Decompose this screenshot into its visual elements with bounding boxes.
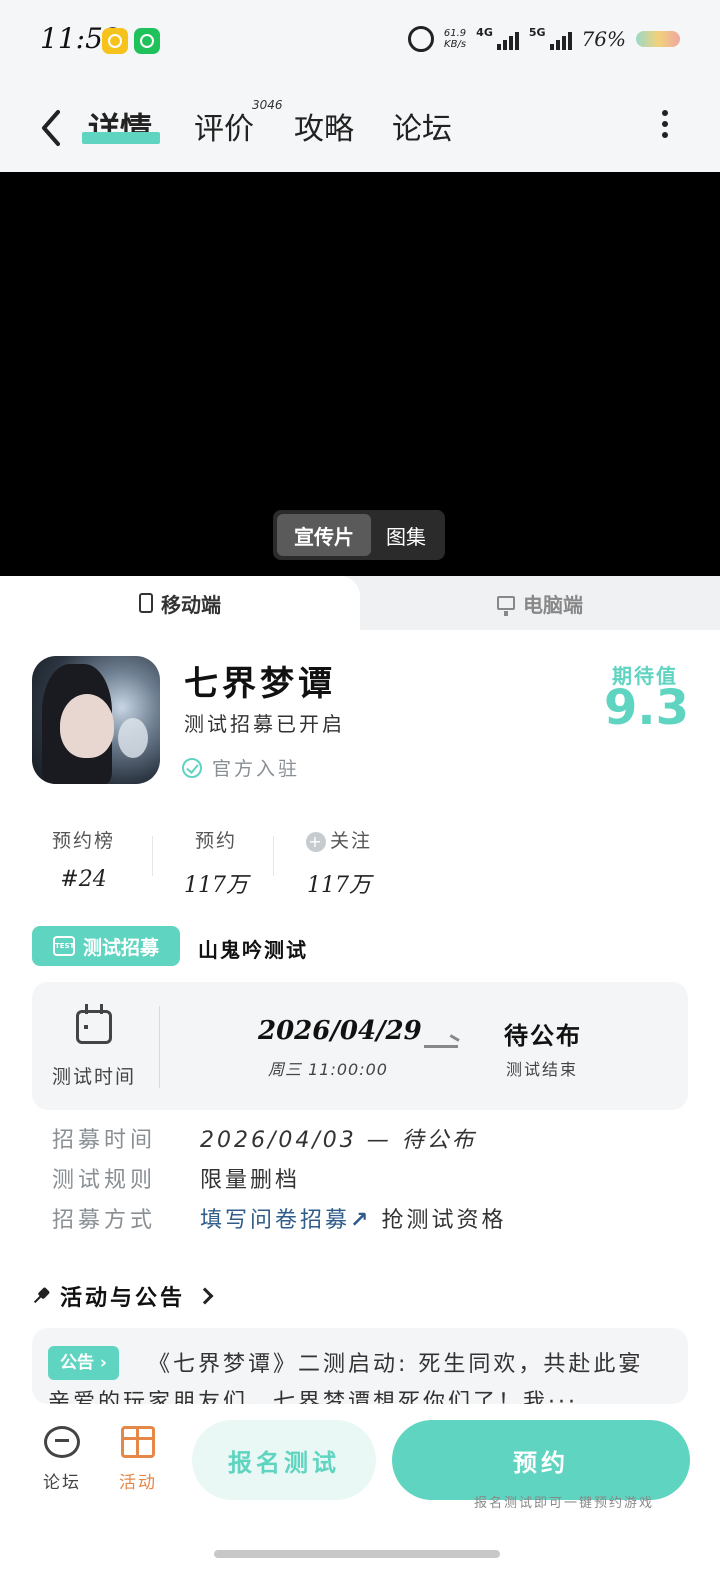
test-start-date: 2026/04/29 (258, 1016, 422, 1046)
game-title: 七界梦谭 (184, 664, 336, 704)
trailer-tab[interactable]: 宣传片 (277, 514, 371, 556)
test-icon: TEST (52, 936, 75, 956)
stat-divider (152, 836, 153, 876)
signal-5g-icon (549, 28, 572, 50)
test-recruit-label: 测试招募 (82, 936, 159, 959)
chevron-right-icon (196, 1287, 214, 1305)
notice-card[interactable]: 《七界梦谭》二测启动: 死生同欢，共赴此宴 亲爱的玩家朋友们，七界梦谭想死你们了… (32, 1328, 688, 1404)
recruit-method-label: 招募方式 (52, 1208, 157, 1233)
status-indicators: 61.9 KB/s 4G 5G 76% (407, 26, 680, 52)
test-end-label: 测试结束 (506, 1060, 579, 1079)
review-count: 3046 (252, 98, 283, 112)
tab-guides[interactable]: 攻略 (294, 104, 354, 148)
monitor-icon (497, 596, 515, 616)
alarm-icon (407, 26, 434, 52)
heart-plus-icon: + (306, 831, 326, 852)
forum-label: 论坛 (43, 1473, 81, 1493)
net-5g-label: 5G (528, 26, 546, 39)
test-name: 山鬼吟测试 (198, 938, 308, 962)
back-arrow-icon[interactable] (38, 108, 68, 148)
official-badge: 官方入驻 (182, 754, 300, 781)
activity-label: 活动 (119, 1473, 157, 1493)
stat-follow-value: 117万 (307, 873, 371, 898)
platform-tabs: 移动端 电脑端 (0, 576, 720, 630)
external-link-icon[interactable]: ↗ (350, 1208, 371, 1233)
notification-app-icon (102, 28, 128, 54)
test-rule-label: 测试规则 (52, 1168, 157, 1193)
gift-icon (121, 1426, 155, 1458)
grab-qualification-text: 抢测试资格 (381, 1208, 507, 1233)
activity-header[interactable]: 活动与公告 (32, 1280, 214, 1312)
questionnaire-link[interactable]: 填写问卷招募 (200, 1208, 350, 1233)
tab-mobile-label: 移动端 (161, 592, 221, 617)
more-options-icon[interactable] (662, 110, 670, 140)
wechat-icon (134, 28, 160, 54)
notice-text: 《七界梦谭》二测启动: 死生同欢，共赴此宴 亲爱的玩家朋友们，七界梦谭想死你们了… (48, 1352, 644, 1404)
stat-reservations: 预约 117万 (184, 826, 248, 899)
activity-heading: 活动与公告 (60, 1286, 186, 1311)
stat-rank-value: #24 (60, 867, 107, 892)
status-bar: 11:52 61.9 KB/s 4G 5G 76% (0, 0, 720, 84)
tab-forum[interactable]: 论坛 (392, 104, 452, 148)
tab-reviews[interactable]: 评价 (194, 104, 254, 148)
media-toggle: 宣传片 图集 (273, 510, 445, 560)
pin-icon (28, 1283, 53, 1308)
reserve-button[interactable]: 预约 (392, 1420, 690, 1500)
check-circle-icon (182, 757, 202, 778)
stat-follow[interactable]: + 关注 117万 (306, 826, 372, 899)
official-label: 官方入驻 (212, 758, 301, 780)
home-indicator[interactable] (214, 1550, 500, 1558)
notice-tag: 公告 › (48, 1346, 119, 1380)
recruit-method-value: 填写问卷招募↗ 抢测试资格 (200, 1202, 506, 1234)
tab-mobile[interactable]: 移动端 (0, 576, 360, 630)
game-icon (32, 656, 160, 784)
calendar-icon (76, 1004, 112, 1044)
tab-pc[interactable]: 电脑端 (360, 576, 720, 630)
bottom-action-bar: 论坛 活动 报名测试 预约 报名测试即可一键预约游戏 (0, 1404, 720, 1584)
test-time-card: 测试时间 2026/04/29 周三 11:00:00 待公布 测试结束 (32, 982, 688, 1110)
battery-icon (636, 31, 680, 47)
recruit-time-label: 招募时间 (52, 1128, 157, 1153)
test-start-time: 周三 11:00:00 (268, 1060, 388, 1079)
arrow-right-icon (424, 1045, 458, 1048)
stat-reservations-value: 117万 (184, 873, 248, 898)
phone-icon (139, 593, 153, 613)
top-nav: 详情 评价 攻略 论坛 (0, 84, 720, 172)
reserve-hint: 报名测试即可一键预约游戏 (474, 1496, 655, 1511)
net-speed: 61.9 KB/s (443, 28, 467, 50)
gallery-tab[interactable]: 图集 (371, 514, 441, 556)
stat-rank[interactable]: 预约榜 #24 (52, 826, 115, 892)
stat-divider (273, 836, 274, 876)
stat-follow-label: + 关注 (306, 826, 372, 853)
net-4g-label: 4G (476, 26, 493, 39)
expect-score: 9.3 (604, 680, 690, 736)
active-tab-indicator (82, 132, 160, 144)
recruit-time-value: 2026/04/03 — 待公布 (200, 1128, 477, 1153)
test-time-label: 测试时间 (52, 1066, 137, 1088)
tab-pc-label: 电脑端 (523, 592, 583, 617)
game-subtitle: 测试招募已开启 (184, 712, 345, 736)
stat-reservations-label: 预约 (194, 830, 237, 852)
stat-rank-label: 预约榜 (52, 830, 116, 852)
signup-test-button[interactable]: 报名测试 (192, 1420, 376, 1500)
test-end-date: 待公布 (504, 1022, 582, 1050)
signal-4g-icon (496, 28, 519, 50)
test-recruit-badge: TEST 测试招募 (32, 926, 180, 966)
card-divider (159, 1006, 160, 1088)
activity-button[interactable]: 活动 (110, 1426, 166, 1493)
forum-button[interactable]: 论坛 (34, 1426, 90, 1493)
battery-percent: 76% (581, 27, 626, 51)
forum-icon (44, 1426, 80, 1458)
media-player[interactable]: 宣传片 图集 (0, 172, 720, 576)
test-rule-value: 限量删档 (200, 1168, 301, 1193)
